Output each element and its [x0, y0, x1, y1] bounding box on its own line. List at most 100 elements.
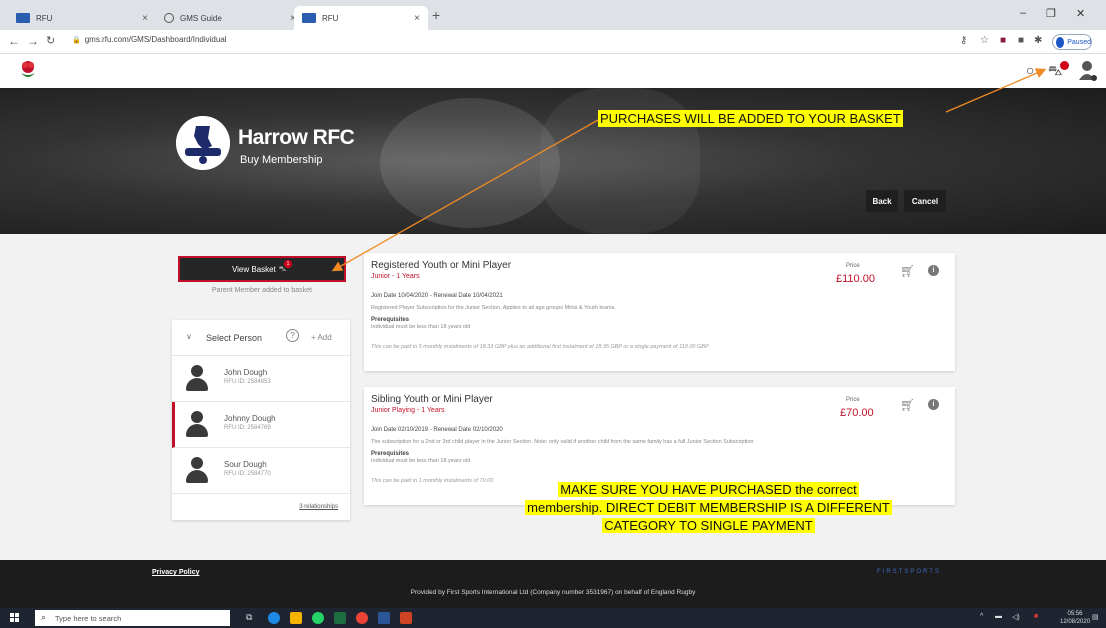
profile-avatar: [1056, 36, 1065, 48]
membership-subtitle: Junior Playing - 1 Years: [371, 407, 445, 414]
add-person-button[interactable]: + Add: [311, 333, 332, 342]
info-icon[interactable]: i: [928, 265, 939, 276]
avatar: [186, 457, 208, 485]
membership-dates: Join Date 10/04/2020 - Renewal Date 10/0…: [371, 293, 503, 299]
annotation-bottom: MAKE SURE YOU HAVE PURCHASED the correct…: [486, 481, 931, 535]
club-name: Harrow RFC: [238, 126, 355, 149]
cancel-button[interactable]: Cancel: [904, 190, 946, 212]
browser-tab[interactable]: RFU ×: [8, 6, 156, 30]
avatar: [186, 411, 208, 439]
membership-subtitle: Junior - 1 Years: [371, 273, 420, 280]
membership-dates: Join Date 02/10/2019 - Renewal Date 02/1…: [371, 427, 503, 433]
app-tray-icon[interactable]: ■: [1034, 613, 1038, 620]
file-explorer-icon[interactable]: [290, 612, 302, 624]
app-icon[interactable]: [400, 612, 412, 624]
help-icon[interactable]: ?: [286, 329, 299, 342]
star-icon[interactable]: ☆: [980, 35, 989, 46]
chevron-down-icon[interactable]: ∨: [186, 332, 192, 341]
excel-icon[interactable]: [334, 612, 346, 624]
extension-icon[interactable]: ■: [1018, 35, 1024, 46]
tab-label: RFU: [36, 13, 53, 23]
club-logo: [176, 116, 230, 170]
profile-status: Paused: [1067, 38, 1091, 46]
windows-taskbar: ⌕ Type here to search ⧉ ^ ▬ ◁) ■ 05:56 1…: [0, 608, 1106, 628]
taskbar-search-input[interactable]: ⌕ Type here to search: [35, 610, 230, 626]
prerequisites-label: Prerequisites: [371, 451, 410, 457]
url-text: gms.rfu.com/GMS/Dashboard/Individual: [84, 35, 227, 44]
windows-start-icon[interactable]: [10, 613, 20, 623]
browser-tab-active[interactable]: RFU ×: [294, 6, 428, 30]
price-label: Price: [846, 397, 860, 403]
tray-arrow-icon[interactable]: ^: [980, 613, 983, 620]
privacy-policy-link[interactable]: Privacy Policy: [152, 569, 199, 576]
person-item[interactable]: John Dough RFU ID: 2584853: [172, 356, 350, 402]
notifications-icon[interactable]: ▤: [1092, 613, 1099, 621]
rfu-favicon-icon: [16, 13, 30, 23]
england-rugby-rose-icon[interactable]: [18, 59, 38, 81]
annotation-top: PURCHASES WILL BE ADDED TO YOUR BASKET: [598, 110, 903, 127]
network-icon[interactable]: ▬: [995, 613, 1002, 620]
person-rfu-id: RFU ID: 2584769: [224, 425, 271, 431]
price-value: £110.00: [836, 273, 875, 285]
user-account-icon[interactable]: [1078, 60, 1098, 82]
membership-description: The subscription for a 2nd or 3rd child …: [371, 439, 754, 445]
info-icon[interactable]: i: [928, 399, 939, 410]
annotation-line: CATEGORY TO SINGLE PAYMENT: [602, 518, 815, 533]
rfu-favicon-icon: [302, 13, 316, 23]
url-field[interactable]: 🔒 gms.rfu.com/GMS/Dashboard/Individual: [72, 35, 227, 44]
person-item[interactable]: Sour Dough RFU ID: 2584770: [172, 448, 350, 494]
view-basket-label: View Basket: [231, 264, 276, 274]
installment-info: This can be paid in 1 monthly instalment…: [371, 478, 494, 484]
task-view-icon[interactable]: ⧉: [246, 612, 258, 624]
browser-tab-strip: RFU × GMS Guide × RFU × + – ❐ ✕: [0, 0, 1106, 30]
profile-button[interactable]: Paused: [1052, 34, 1092, 50]
basket-count-badge: [1060, 61, 1069, 70]
prerequisites-value: Individual must be less than 18 years ol…: [371, 324, 471, 330]
chat-icon[interactable]: ○: [1026, 62, 1034, 78]
person-name: John Dough: [224, 368, 268, 377]
person-rfu-id: RFU ID: 2584770: [224, 471, 271, 477]
edge-icon[interactable]: [268, 612, 280, 624]
prerequisites-label: Prerequisites: [371, 317, 410, 323]
close-tab-icon[interactable]: ×: [414, 13, 420, 24]
tab-label: GMS Guide: [180, 13, 222, 23]
add-to-cart-icon[interactable]: 🛒︎: [900, 398, 915, 412]
person-name: Johnny Dough: [224, 414, 276, 423]
key-icon[interactable]: ⚷: [960, 35, 967, 46]
minimize-icon[interactable]: –: [1020, 7, 1026, 19]
provided-by-text: Provided by First Sports International L…: [410, 589, 696, 596]
close-window-icon[interactable]: ✕: [1076, 7, 1085, 20]
basket-message: Parent Member added to basket: [211, 287, 312, 294]
person-name: Sour Dough: [224, 460, 267, 469]
address-bar-row: ← → ↻ 🔒 gms.rfu.com/GMS/Dashboard/Individ…: [0, 30, 1106, 54]
reload-icon[interactable]: ↻: [46, 34, 55, 47]
view-basket-button[interactable]: View Basket ⛍ 1: [178, 256, 346, 282]
select-person-title: Select Person: [206, 333, 263, 343]
relationships-link[interactable]: 3 relationships: [299, 504, 338, 510]
extension-icon[interactable]: ■: [1000, 35, 1006, 46]
app-header: ○ ⛍: [0, 54, 1106, 88]
word-icon[interactable]: [378, 612, 390, 624]
maximize-icon[interactable]: ❐: [1046, 7, 1056, 20]
whatsapp-icon[interactable]: [312, 612, 324, 624]
back-arrow-icon[interactable]: ←: [8, 34, 20, 48]
membership-card[interactable]: Registered Youth or Mini Player Junior -…: [364, 253, 955, 371]
puzzle-icon[interactable]: ✱: [1034, 35, 1042, 46]
globe-favicon-icon: [164, 13, 174, 23]
taskbar-clock[interactable]: 05:56 12/08/2020: [1060, 610, 1090, 626]
add-to-cart-icon[interactable]: 🛒︎: [900, 264, 915, 278]
membership-description: Registered Player Subscription for the J…: [371, 305, 616, 311]
select-person-panel: ∨ Select Person ? + Add John Dough RFU I…: [172, 320, 350, 520]
installment-info: This can be paid in 5 monthly instalment…: [371, 344, 709, 350]
volume-icon[interactable]: ◁): [1012, 613, 1020, 621]
browser-tab[interactable]: GMS Guide ×: [156, 6, 304, 30]
price-value: £70.00: [840, 407, 874, 419]
back-button[interactable]: Back: [866, 190, 898, 212]
new-tab-button[interactable]: +: [432, 7, 440, 23]
chrome-icon[interactable]: [356, 612, 368, 624]
page-footer: Privacy Policy FIRSTSPORTS Provided by F…: [0, 560, 1106, 608]
forward-arrow-icon[interactable]: →: [27, 34, 39, 48]
select-person-header[interactable]: ∨ Select Person ? + Add: [172, 320, 350, 356]
person-item-selected[interactable]: Johnny Dough RFU ID: 2584769: [172, 402, 350, 448]
close-tab-icon[interactable]: ×: [142, 13, 148, 24]
